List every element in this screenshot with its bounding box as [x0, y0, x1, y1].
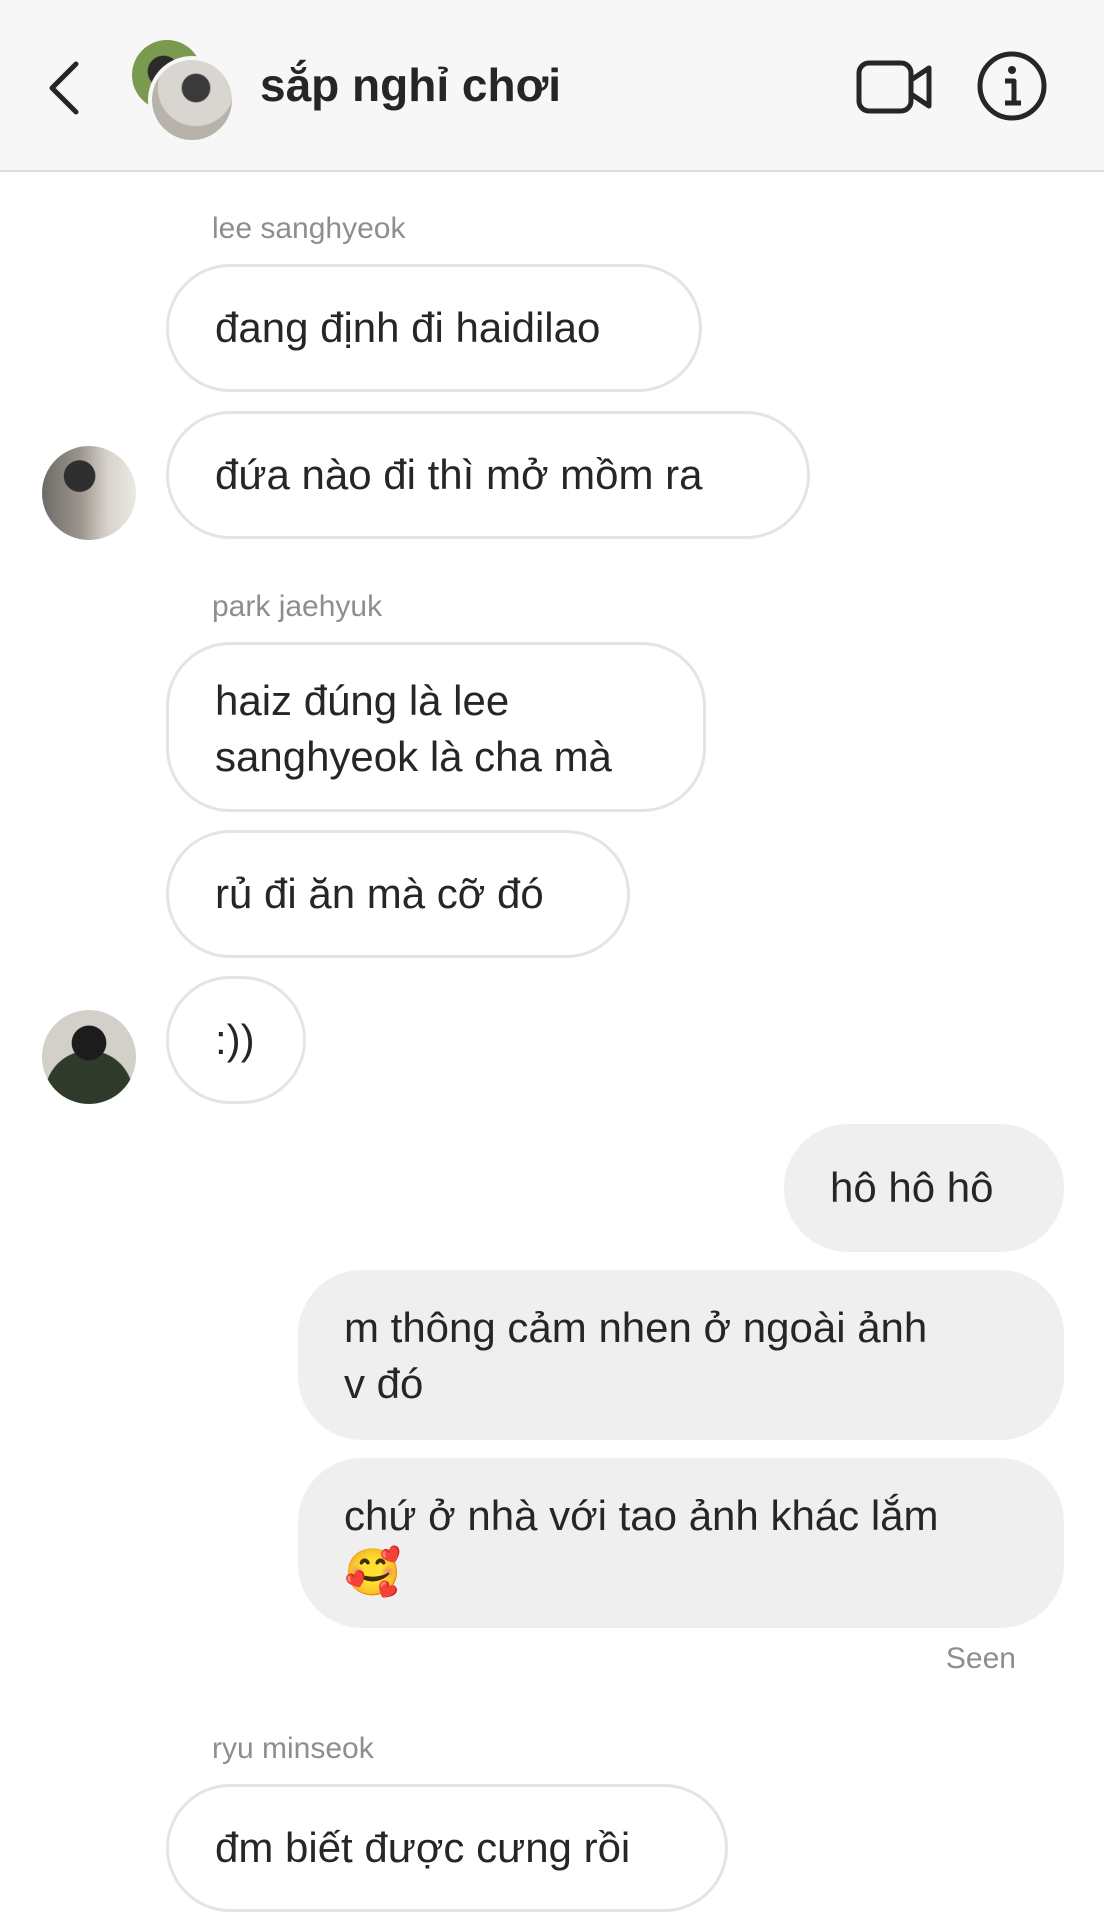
- chevron-left-icon: [49, 61, 79, 115]
- info-button[interactable]: [976, 50, 1048, 122]
- message-text: hô hô hô: [830, 1164, 994, 1211]
- sender-name: park jaehyuk: [212, 590, 383, 623]
- message-text: rủ đi ăn mà cỡ đó: [215, 870, 544, 917]
- message-text: đang định đi haidilao: [215, 304, 601, 351]
- avatar[interactable]: [42, 1010, 136, 1104]
- message-bubble[interactable]: đang định đi haidilao: [166, 264, 702, 392]
- video-call-button[interactable]: [856, 58, 934, 116]
- seen-status: Seen: [945, 1642, 1016, 1675]
- video-camera-icon: [856, 60, 932, 114]
- chat-header: sắp nghỉ chơi: [0, 0, 1104, 172]
- message-bubble[interactable]: haiz đúng là lee sanghyeok là cha mà: [166, 642, 706, 812]
- message-text: :)): [215, 1016, 255, 1063]
- message-text: sanghyeok là cha mà: [215, 733, 612, 780]
- group-avatar[interactable]: [132, 40, 236, 144]
- message-text: m thông cảm nhen ở ngoài ảnh: [344, 1304, 928, 1351]
- message-bubble[interactable]: đứa nào đi thì mở mồm ra: [166, 411, 810, 539]
- message-text: v đó: [344, 1360, 424, 1407]
- sender-name: ryu minseok: [212, 1732, 374, 1765]
- avatar[interactable]: [42, 446, 136, 540]
- message-text: haiz đúng là lee: [215, 677, 510, 724]
- page-title[interactable]: sắp nghỉ chơi: [260, 58, 561, 112]
- message-bubble[interactable]: m thông cảm nhen ở ngoài ảnh v đó: [298, 1270, 1064, 1440]
- avatar: [148, 56, 236, 144]
- message-text: đứa nào đi thì mở mồm ra: [215, 451, 703, 498]
- sender-name: lee sanghyeok: [212, 212, 406, 245]
- back-button[interactable]: [40, 50, 90, 126]
- message-bubble[interactable]: :)): [166, 976, 306, 1104]
- message-text: chứ ở nhà với tao ảnh khác lắm: [344, 1492, 939, 1539]
- message-bubble[interactable]: đm biết được cưng rồi: [166, 1784, 728, 1912]
- smiling-hearts-emoji: 🥰: [344, 1546, 402, 1598]
- info-icon: [977, 51, 1047, 121]
- message-text: đm biết được cưng rồi: [215, 1824, 631, 1871]
- message-bubble[interactable]: rủ đi ăn mà cỡ đó: [166, 830, 630, 958]
- message-bubble[interactable]: chứ ở nhà với tao ảnh khác lắm 🥰: [298, 1458, 1064, 1628]
- message-bubble[interactable]: hô hô hô: [784, 1124, 1064, 1252]
